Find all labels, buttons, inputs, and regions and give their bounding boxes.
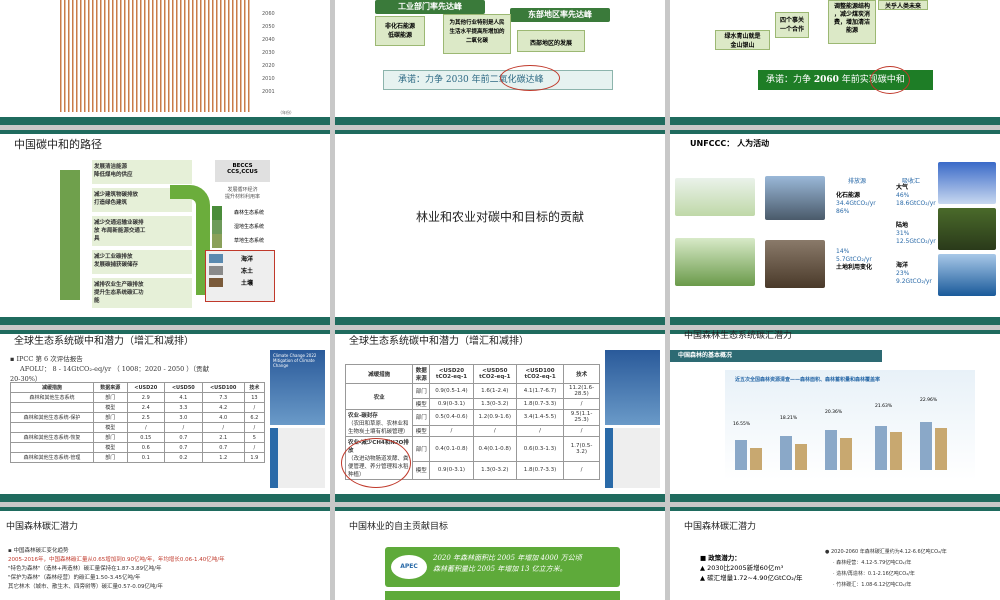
- policy-box: ■ 政策潜力： ▲ 2030比2005新增60亿m³ ▲ 碳汇增量1.72~4.…: [700, 554, 803, 582]
- green-arrow: [170, 185, 210, 295]
- fossil-block: 化石能源 34.4GtCO₂/yr 86%: [836, 192, 876, 215]
- promise-banner: 承诺：力争 2030 年前二氧化碳达峰: [383, 70, 613, 90]
- emit-label: 排放源: [848, 178, 867, 185]
- plant-image: [675, 238, 755, 286]
- red-circle: [870, 66, 910, 94]
- section-heading: 林业和农业对碳中和目标的贡献: [415, 210, 584, 224]
- report-cover: [605, 350, 660, 425]
- header-bar: [670, 130, 1000, 134]
- footer-bar: [670, 117, 1000, 125]
- slide-thumb-1[interactable]: 2060 2050 2040 2030 2020 2010 2001 （年份）: [0, 0, 330, 125]
- report-cover-2: [605, 428, 660, 488]
- header-bar: [335, 507, 665, 511]
- atm-block: 大气 46% 18.6GtCO₂/yr: [896, 184, 936, 207]
- footer-bar: [670, 494, 1000, 502]
- mitigation-table: 减缓措施 数据来源 <USD20 <USD50 <USD100 技术 森林和其他生态系统部…: [10, 382, 266, 463]
- apec-banner: APEC 2020 年森林面积比 2005 年增加 4000 万公顷 森林蓄积量…: [385, 547, 620, 587]
- red-circle: [500, 65, 560, 91]
- slide-thumb-4[interactable]: 中国碳中和的路径 发展清洁能源 降低煤电的供应 减少建筑物碳排放 打造绿色建筑 …: [0, 130, 330, 325]
- slide-title: 全球生态系统碳中和潜力（增汇和减排）: [349, 336, 529, 347]
- factory-image: [765, 176, 825, 220]
- footer-bar: [335, 317, 665, 325]
- report-cover: Climate Change 2022 Mitigation of Climate…: [270, 350, 325, 425]
- unit-label: （年份）: [278, 110, 294, 115]
- slide-thumb-12[interactable]: 中国森林碳汇潜力 ■ 政策潜力： ▲ 2030比2005新增60亿m³ ▲ 碳汇…: [670, 507, 1000, 600]
- header-industry: 工业部门率先达峰: [375, 0, 485, 14]
- potential-list: ● 2020-2060 年森林碳汇量约为4.12-6.6亿吨CO₂/年 · 森林…: [825, 549, 947, 588]
- report-cover-2: [270, 428, 325, 488]
- footer-bar: [0, 494, 330, 502]
- year-labels: 2060 2050 2040 2030 2020 2010 2001: [262, 11, 275, 95]
- box-nonfossil: 非化石能源 低碳能源: [375, 16, 425, 46]
- deforestation-image: [765, 240, 825, 288]
- banner: 中国森林的基本概况: [670, 350, 882, 362]
- landscape-image: [675, 178, 755, 216]
- cloud-image: [938, 162, 996, 204]
- slide-thumb-10[interactable]: 中国森林碳汇潜力 ▪ 中国森林碳汇变化趋势 2005-2016年，中国森林碳汇量…: [0, 507, 330, 600]
- red-circle: [341, 438, 411, 488]
- land2-block: 陆地 31% 12.5GtCO₂/yr: [896, 222, 936, 245]
- box-mountain: 绿水青山就是 金山银山: [715, 30, 770, 50]
- footer-bar: [0, 117, 330, 125]
- header-bar: [335, 130, 665, 134]
- unfccc-title: UNFCCC： 人为活动: [690, 139, 770, 148]
- box-west: 西部地区的发展: [517, 30, 585, 52]
- bar-chart: [60, 0, 250, 112]
- forest-chart: 近五次全国森林资源清查——森林面积、森林蓄积量和森林覆盖率 16.55% 18.…: [725, 370, 975, 480]
- footer-bar: [335, 117, 665, 125]
- ocean-block: 海洋 23% 9.2GtCO₂/yr: [896, 262, 932, 285]
- ipcc-text: ▪ IPCC 第 6 次评估报告 AFOLU： 8 - 14GtCO₂-eq/y…: [10, 355, 210, 383]
- forest-image: [938, 208, 996, 250]
- slide-thumb-3[interactable]: 四个事关 一个合作 绿水青山就是 金山银山 调整能源结构 ，减少煤炭消 费，增加清洁 能源…: [670, 0, 1000, 125]
- box-future: 关乎人类未来: [878, 0, 928, 10]
- slide-thumb-8[interactable]: 全球生态系统碳中和潜力（增汇和减排） 减缓措施 数据来源 <USD20 tCO2-e…: [335, 330, 665, 502]
- header-east: 东部地区率先达峰: [510, 8, 610, 22]
- slide-thumb-2[interactable]: 工业部门率先达峰 东部地区率先达峰 非化石能源 低碳能源 为其他行业特别是人民 生活…: [335, 0, 665, 125]
- slide-title: 中国森林碳汇潜力: [6, 522, 79, 532]
- header-bar: [670, 507, 1000, 511]
- footer-bar: [670, 317, 1000, 325]
- eco-list: 森林生态系统 湿地生态系统 草地生态系统: [212, 206, 272, 248]
- slide-thumb-5[interactable]: 林业和农业对碳中和目标的贡献: [335, 130, 665, 325]
- box-four: 四个事关 一个合作: [775, 12, 809, 38]
- box-residents: 为其他行业特别是人民 生活水平提高所增加的 二氧化碳: [443, 14, 511, 54]
- slide-title: 中国林业的自主贡献目标: [349, 522, 449, 532]
- header-bar: [0, 507, 330, 511]
- ccs-box: BECCS CCS,CCUS: [215, 160, 270, 182]
- circular-box: 发展循环经济 提升材料利用率: [224, 187, 260, 200]
- slide-thumb-11[interactable]: 中国林业的自主贡献目标 APEC 2020 年森林面积比 2005 年增加 40…: [335, 507, 665, 600]
- ocean-image: [938, 254, 996, 296]
- slide-title: 中国碳中和的路径: [14, 138, 102, 151]
- path-sidebar: [60, 170, 80, 300]
- green-strip: [385, 591, 620, 600]
- slide-title: 中国森林生态系统碳汇潜力: [684, 331, 793, 341]
- slide-title: 中国森林碳汇潜力: [684, 522, 757, 532]
- header-bar: [0, 130, 330, 134]
- footer-bar: [335, 494, 665, 502]
- slide-thumb-6[interactable]: UNFCCC： 人为活动 排放源 吸收汇 化石能源 34.4GtCO₂/yr 8…: [670, 130, 1000, 325]
- footer-bar: [0, 317, 330, 325]
- slide-sorter-grid: 2060 2050 2040 2030 2020 2010 2001 （年份） 工业部门率先…: [0, 0, 1000, 600]
- box-energy: 调整能源结构 ，减少煤炭消 费，增加清洁 能源: [828, 0, 876, 44]
- carbon-trend-text: ▪ 中国森林碳汇变化趋势 2005-2016年，中国森林碳汇量从0.65增加到0…: [8, 548, 225, 590]
- slide-title: 全球生态系统碳中和潜力（增汇和减排）: [14, 336, 194, 347]
- slide-thumb-9[interactable]: 中国森林生态系统碳汇潜力 中国森林的基本概况 近五次全国森林资源清查——森林面积…: [670, 330, 1000, 502]
- apec-badge: APEC: [391, 555, 427, 579]
- apec-text: 2020 年森林面积比 2005 年增加 4000 万公顷 森林蓄积量比 200…: [433, 554, 582, 573]
- slide-thumb-7[interactable]: 全球生态系统碳中和潜力（增汇和减排） ▪ IPCC 第 6 次评估报告 AFOL…: [0, 330, 330, 502]
- eco2-box: 海洋 冻土 土壤: [205, 250, 275, 302]
- land-block: 14% 5.7GtCO₂/yr 土地利用变化: [836, 248, 873, 271]
